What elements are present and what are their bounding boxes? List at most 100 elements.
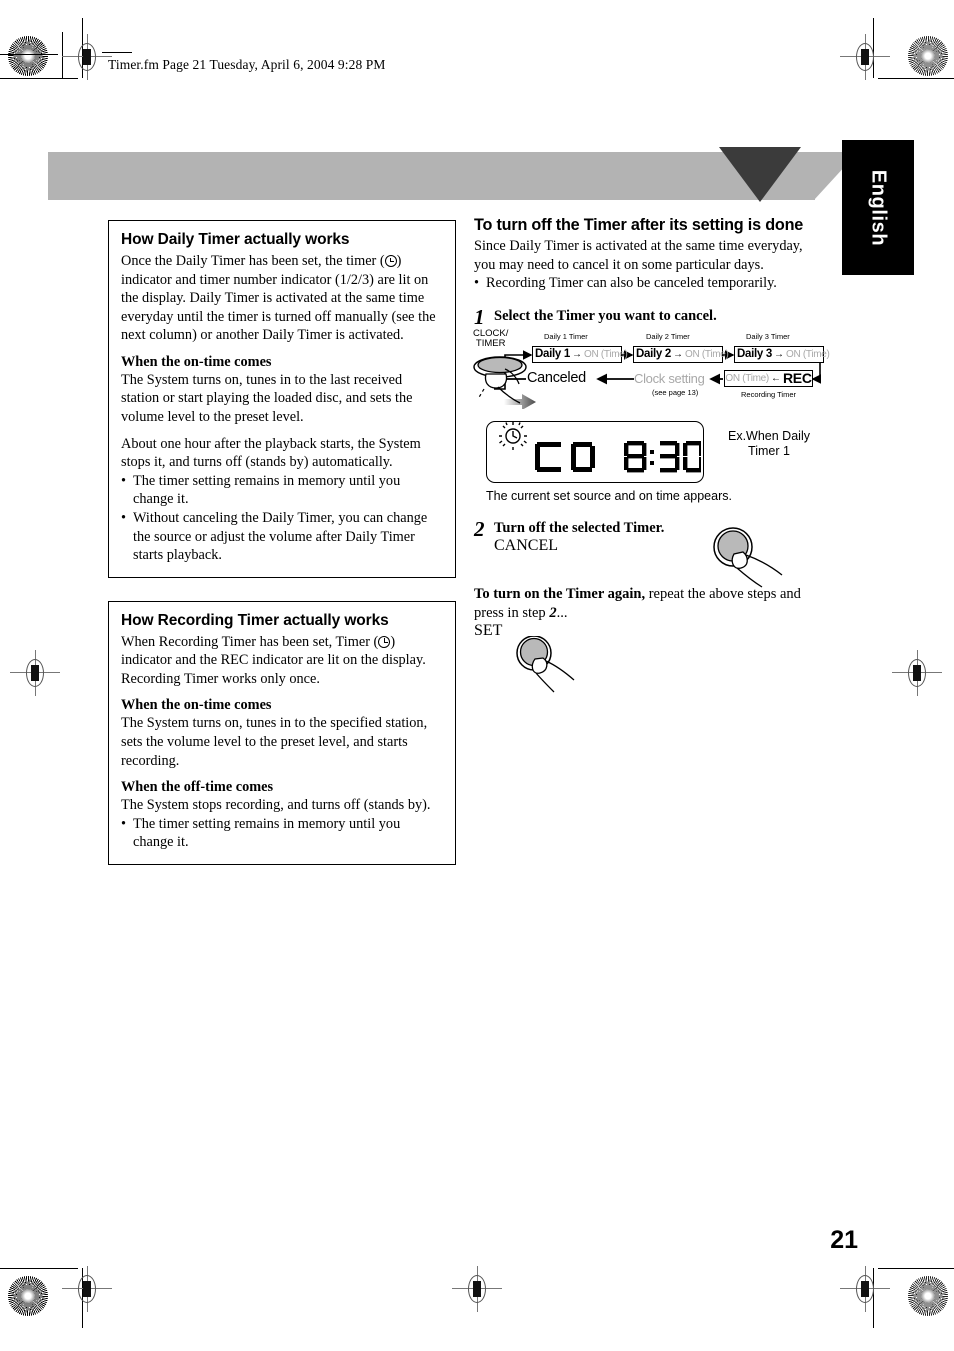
clock-timer-button-label: CLOCK/ TIMER: [473, 328, 508, 349]
daily-timer-info-box: How Daily Timer actually works Once the …: [108, 220, 456, 578]
flow-cell-daily2: Daily 2 → ON (Time): [633, 345, 729, 363]
daily-auto-off-text: About one hour after the playback starts…: [121, 435, 421, 471]
right-column: To turn off the Timer after its setting …: [472, 216, 830, 696]
flow-cell-recording-label: REC: [782, 370, 812, 387]
lcd-panel: [486, 420, 704, 483]
daily-on-time-heading: When the on-time comes: [121, 353, 272, 370]
daily-timer-box-title: How Daily Timer actually works: [121, 231, 350, 248]
lcd-segments: [499, 421, 704, 473]
crop-mark-bottom-left-vertical: [82, 1268, 84, 1328]
display-caption: The current set source and on time appea…: [486, 488, 732, 503]
recording-on-time-text: The System turns on, tunes in to the spe…: [121, 715, 428, 769]
registration-rosette-top-left: [8, 36, 48, 76]
right-intro-text: Since Daily Timer is activated at the sa…: [474, 238, 803, 273]
turn-on-again-ellipsis: ...: [556, 604, 568, 621]
list-item: Without canceling the Daily Timer, you c…: [121, 509, 443, 565]
crop-mark-top-left-inner-horizontal: [0, 54, 58, 56]
display-note-line2: Timer 1: [748, 444, 790, 459]
language-tab: English: [842, 140, 914, 275]
flow-clock-setting-text: Clock setting: [634, 370, 705, 386]
step-1: 1 Select the Timer you want to cancel.: [474, 305, 824, 329]
left-column: How Daily Timer actually works Once the …: [108, 220, 456, 865]
flow-cell-daily2-ontime: ON (Time): [684, 348, 729, 360]
step-1-text: Select the Timer you want to cancel.: [494, 307, 717, 324]
step-2: 2 Turn off the selected Timer. CANCEL: [474, 516, 824, 588]
banner-triangle-dark: [719, 147, 801, 202]
turn-on-again-lead: To turn on the Timer again,: [474, 585, 646, 602]
daily-timer-intro-part1: Once the Daily Timer has been set, the t…: [121, 253, 385, 269]
turn-on-again-step-ref: 2: [549, 604, 557, 621]
flow-cell-daily3-label: Daily 3: [737, 348, 772, 361]
flow-caption-daily1: Daily 1 Timer: [544, 331, 588, 341]
header-text: Timer.fm Page 21 Tuesday, April 6, 2004 …: [108, 57, 386, 72]
registration-target-left-middle: [10, 650, 60, 696]
page-title: To turn off the Timer after its setting …: [474, 216, 804, 234]
display-illustration: Ex.When Daily Timer 1 The current set so…: [474, 420, 824, 503]
flow-clock-setting-page-ref: (see page 13): [652, 387, 699, 397]
flow-cell-daily2-label: Daily 2: [636, 348, 671, 361]
registration-target-top-left: [62, 34, 112, 80]
display-note-line1: Ex.When Daily: [728, 428, 810, 443]
header-banner-bar: [48, 152, 815, 200]
flow-cell-daily3-ontime: ON (Time): [785, 348, 830, 360]
arrow-left-icon: ←: [770, 372, 781, 384]
registration-target-bottom-center: [452, 1266, 502, 1312]
registration-target-bottom-left: [62, 1266, 112, 1312]
crop-mark-top-left-inner-vertical: [62, 32, 64, 78]
clock-timer-button[interactable]: [472, 355, 548, 409]
registration-rosette-top-right: [908, 36, 948, 76]
list-item: Recording Timer can also be canceled tem…: [474, 274, 824, 293]
file-header-line: Timer.fm Page 21 Tuesday, April 6, 2004 …: [102, 52, 386, 73]
registration-target-top-right: [840, 34, 890, 80]
recording-timer-bullets: The timer setting remains in memory unti…: [121, 815, 443, 852]
registration-rosette-bottom-right: [908, 1276, 948, 1316]
crop-mark-top-right-vertical: [873, 18, 875, 78]
daily-timer-intro: Once the Daily Timer has been set, the t…: [121, 252, 443, 345]
recording-timer-box-title: How Recording Timer actually works: [121, 611, 389, 629]
arrow-right-icon: →: [571, 348, 582, 360]
cancel-button[interactable]: [704, 526, 800, 591]
arrow-right-icon: →: [672, 348, 683, 360]
recording-off-time-text: The System stops recording, and turns of…: [121, 797, 431, 814]
list-item: The timer setting remains in memory unti…: [121, 815, 443, 852]
flow-caption-daily2: Daily 2 Timer: [646, 331, 690, 341]
registration-rosette-bottom-left: [8, 1276, 48, 1316]
flow-cell-daily1-ontime: ON (Time): [583, 348, 628, 360]
crop-mark-top-left-vertical: [82, 18, 84, 78]
recording-timer-intro: When Recording Timer has been set, Timer…: [121, 633, 443, 689]
registration-target-bottom-right: [840, 1266, 890, 1312]
flow-cell-daily3: Daily 3 → ON (Time): [734, 345, 830, 363]
timer-indicator-icon: [499, 421, 527, 450]
flow-cell-recording-ontime: ON (Time): [725, 372, 769, 384]
lcd-source-text: [535, 441, 595, 472]
flow-caption-daily3: Daily 3 Timer: [746, 331, 790, 341]
recording-off-time-heading: When the off-time comes: [121, 779, 274, 796]
step-2-number: 2: [474, 516, 485, 541]
set-button-area: SET: [474, 622, 824, 696]
crop-mark-bottom-right-horizontal: [878, 1268, 954, 1270]
language-tab-label: English: [867, 169, 890, 246]
recording-timer-info-box: How Recording Timer actually works When …: [108, 600, 456, 865]
flow-cell-recording: ON (Time) ← REC: [724, 369, 813, 387]
crop-mark-bottom-left-horizontal: [0, 1268, 78, 1270]
header-rule: [102, 52, 132, 53]
registration-target-right-middle: [892, 650, 942, 696]
lcd-time-text: [624, 440, 704, 473]
step-2-text: Turn off the selected Timer.: [494, 519, 665, 536]
crop-mark-top-right-horizontal: [878, 78, 954, 80]
recording-on-time-heading: When the on-time comes: [121, 697, 272, 714]
set-button[interactable]: [506, 636, 602, 696]
daily-on-time-text: The System turns on, tunes in to the las…: [121, 371, 413, 426]
clock-timer-label-line2: TIMER: [475, 337, 506, 349]
arrow-right-icon: →: [773, 348, 784, 360]
daily-timer-bullets: The timer setting remains in memory unti…: [121, 472, 443, 565]
crop-mark-bottom-right-vertical: [873, 1268, 875, 1328]
timer-clock-icon: [384, 255, 397, 267]
step-1-number: 1: [474, 304, 485, 329]
right-intro-bullets: Recording Timer can also be canceled tem…: [474, 274, 824, 293]
list-item: The timer setting remains in memory unti…: [121, 472, 443, 509]
display-example-note: Ex.When Daily Timer 1: [714, 429, 824, 460]
timer-clock-icon: [378, 635, 391, 648]
timer-cycle-flow-diagram: Daily 1 Timer Daily 2 Timer Daily 3 Time…: [472, 328, 830, 409]
flow-caption-recording: Recording Timer: [741, 389, 797, 399]
